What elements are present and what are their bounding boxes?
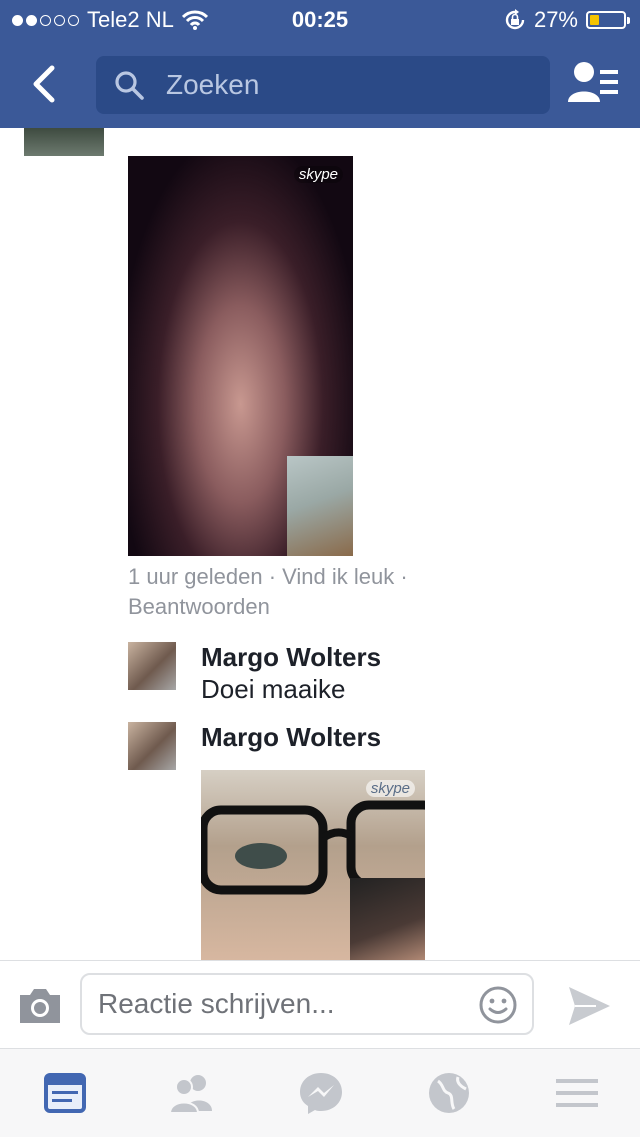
comments-thread: skype 1 uur geleden · Vind ik leuk · Bea…	[0, 128, 640, 960]
battery-icon	[586, 11, 630, 29]
comment-text: Doei maaike	[201, 674, 346, 704]
tab-bar	[0, 1048, 640, 1137]
menu-icon[interactable]	[552, 1069, 602, 1117]
comment-meta: 1 uur geleden · Vind ik leuk · Beantwoor…	[128, 562, 488, 622]
rotation-lock-icon	[505, 9, 525, 30]
search-input[interactable]: Zoeken	[96, 56, 550, 114]
avatar[interactable]	[24, 128, 104, 156]
reply-link[interactable]: Beantwoorden	[128, 594, 270, 619]
comment-photo[interactable]: skype	[128, 156, 353, 556]
separator: ·	[400, 564, 408, 589]
friends-list-icon[interactable]	[566, 58, 620, 108]
notifications-globe-icon[interactable]	[424, 1069, 474, 1117]
video-call-preview	[287, 456, 353, 556]
battery-status: 27%	[504, 0, 630, 40]
comment-photo[interactable]: skype	[201, 770, 425, 960]
skype-watermark: skype	[293, 166, 343, 183]
comment-placeholder: Reactie schrijven...	[98, 988, 335, 1019]
back-chevron-icon[interactable]	[22, 60, 70, 108]
avatar[interactable]	[128, 642, 176, 690]
comment-time: 1 uur geleden	[128, 564, 263, 589]
comment-author[interactable]: Margo Wolters	[201, 722, 381, 753]
comment: Margo Wolters Doei maaike	[128, 642, 528, 712]
friend-requests-icon[interactable]	[166, 1069, 216, 1117]
battery-percent: 27%	[533, 7, 578, 32]
like-link[interactable]: Vind ik leuk	[282, 564, 394, 589]
video-call-preview	[350, 878, 425, 960]
send-icon[interactable]	[566, 983, 612, 1029]
comment: Margo Wolters	[128, 722, 528, 770]
top-bar: Tele2 NL 00:25 27% Zoeken	[0, 0, 640, 128]
separator: ·	[268, 564, 277, 589]
search-icon	[115, 71, 144, 100]
camera-icon[interactable]	[18, 985, 62, 1025]
comment-input[interactable]: Reactie schrijven...	[80, 973, 534, 1035]
comment-author[interactable]: Margo Wolters	[201, 642, 381, 673]
emoji-icon[interactable]	[478, 985, 518, 1025]
status-bar: Tele2 NL 00:25 27%	[0, 0, 640, 40]
messenger-icon[interactable]	[296, 1069, 346, 1117]
skype-watermark: skype	[365, 780, 415, 797]
avatar[interactable]	[128, 722, 176, 770]
search-placeholder: Zoeken	[166, 69, 260, 100]
news-feed-icon[interactable]	[40, 1069, 90, 1117]
comment-composer: Reactie schrijven...	[0, 960, 640, 1049]
